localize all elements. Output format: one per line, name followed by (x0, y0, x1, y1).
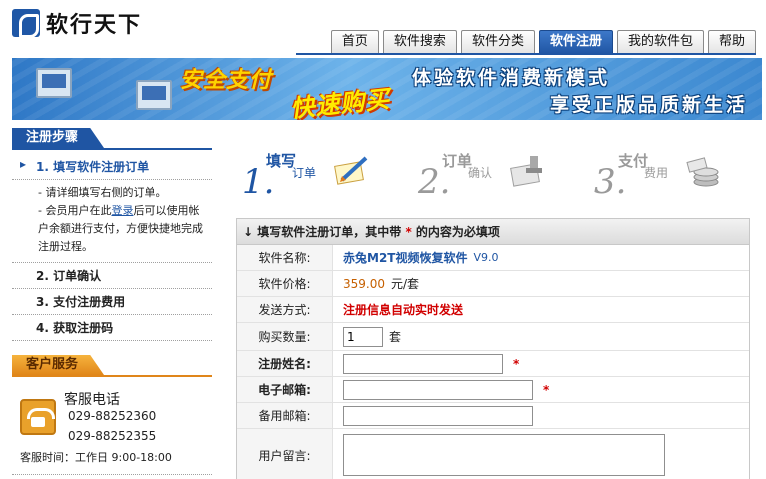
order-form: ↓ 填写软件注册订单，其中带 * 的内容为必填项 软件名称: 赤兔M2T视频恢复… (236, 218, 750, 479)
row-price: 软件价格: 359.00 元/套 (237, 271, 749, 297)
service-hours: 客服时间：工作日 9:00-18:00 (20, 451, 172, 464)
login-link[interactable]: 登录 (111, 204, 133, 217)
flow-step-confirm-order: 2. 订单 确认 (412, 140, 572, 204)
step-item-pay-fee[interactable]: 3. 支付注册费用 (12, 289, 212, 315)
step-description: - 请详细填写右侧的订单。 - 会员用户在此登录后可以使用帐户余额进行支付，方便… (12, 180, 212, 263)
service-phone-2: 029-88252355 (68, 429, 157, 443)
nav-tab-register[interactable]: 软件注册 (538, 30, 613, 54)
banner-slogan-secure-pay: 安全支付 (180, 68, 273, 93)
nav-underline (296, 53, 756, 55)
computer-icon (36, 68, 72, 98)
row-delivery: 发送方式: 注册信息自动实时发送 (237, 297, 749, 323)
banner-slogan-enjoy: 享受正版品质新生活 (549, 94, 748, 116)
logo-icon (12, 9, 40, 38)
register-steps: 1. 填写软件注册订单 - 请详细填写右侧的订单。 - 会员用户在此登录后可以使… (12, 154, 212, 341)
service-phone-1: 029-88252360 (68, 409, 157, 423)
sidebar: 注册步骤 1. 填写软件注册订单 - 请详细填写右侧的订单。 - 会员用户在此登… (12, 128, 212, 475)
required-star: * (405, 225, 412, 239)
pencil-paper-icon (334, 156, 368, 185)
price-label: 软件价格: (237, 271, 333, 296)
site-logo[interactable]: 软行天下 (12, 8, 142, 38)
nav-tab-my-packages[interactable]: 我的软件包 (616, 30, 704, 54)
step-item-get-code[interactable]: 4. 获取注册码 (12, 315, 212, 341)
required-star: * (543, 382, 550, 397)
nav-tab-help[interactable]: 帮助 (707, 30, 756, 54)
software-version: V9.0 (473, 251, 499, 264)
message-textarea[interactable] (343, 434, 665, 476)
step-item-fill-order[interactable]: 1. 填写软件注册订单 (12, 154, 212, 180)
coins-icon (686, 157, 719, 187)
banner-slogan-fast-buy: 快速购买 (289, 84, 392, 120)
service-body: 客服电话 029-88252360 029-88252355 客服时间：工作日 … (12, 377, 212, 475)
computer-icon (136, 80, 172, 110)
form-header-text: 填写软件注册订单，其中带 (257, 225, 402, 239)
email-input[interactable] (343, 379, 533, 400)
delivery-value: 注册信息自动实时发送 (343, 303, 464, 317)
stamp-icon (510, 156, 542, 187)
service-phone-label: 客服电话 (64, 392, 120, 408)
step-desc-text: - 会员用户在此 (38, 204, 112, 217)
software-name-value: 赤兔M2T视频恢复软件 (343, 251, 468, 265)
backup-email-label: 备用邮箱: (237, 403, 333, 428)
nav-tab-search[interactable]: 软件搜索 (382, 30, 457, 54)
banner-slogan-experience: 体验软件消费新模式 (412, 67, 611, 89)
backup-email-input[interactable] (343, 405, 533, 426)
form-header: ↓ 填写软件注册订单，其中带 * 的内容为必填项 (237, 219, 749, 245)
flow-step-fill-order: 1. 填写 订单 (236, 140, 396, 204)
form-header-text: 的内容为必填项 (415, 225, 500, 239)
required-star: * (513, 356, 520, 371)
steps-section-header: 注册步骤 (12, 128, 212, 150)
reg-name-input[interactable] (343, 353, 503, 374)
row-backup-email: 备用邮箱: (237, 403, 749, 429)
service-section-header: 客户服务 (12, 355, 212, 377)
message-label: 用户留言: (237, 429, 333, 479)
quantity-input[interactable] (343, 326, 383, 347)
price-unit: 元/套 (391, 277, 420, 291)
software-name-label: 软件名称: (237, 245, 333, 270)
flow-step-subtitle: 费用 (644, 166, 669, 180)
service-section-title: 客户服务 (12, 355, 105, 375)
telephone-icon (20, 399, 56, 435)
row-reg-name: 注册姓名: * (237, 351, 749, 377)
logo-text: 软行天下 (46, 13, 143, 38)
quantity-unit: 套 (389, 330, 402, 344)
reg-name-label: 注册姓名: (237, 351, 333, 376)
email-label: 电子邮箱: (237, 377, 333, 402)
row-email: 电子邮箱: * (237, 377, 749, 403)
step-desc-line: - 请详细填写右侧的订单。 (38, 186, 167, 199)
order-flow: 1. 填写 订单 2. 订单 确认 3. 支付 费用 (236, 140, 750, 204)
row-software-name: 软件名称: 赤兔M2T视频恢复软件 V9.0 (237, 245, 749, 271)
main-nav: 首页 软件搜索 软件分类 软件注册 我的软件包 帮助 (330, 30, 756, 54)
customer-service: 客户服务 客服电话 029-88252360 029-88252355 客服时间… (12, 355, 212, 475)
flow-step-subtitle: 订单 (292, 166, 317, 180)
delivery-label: 发送方式: (237, 297, 333, 322)
flow-step-pay-fee: 3. 支付 费用 (588, 140, 748, 204)
row-quantity: 购买数量: 套 (237, 323, 749, 351)
steps-section-title: 注册步骤 (12, 128, 105, 148)
step-desc-line: - 会员用户在此登录后可以使用帐户余额进行支付，方便快捷地完成注册过程。 (38, 202, 208, 256)
promo-banner: 安全支付 快速购买 体验软件消费新模式 享受正版品质新生活 (12, 58, 762, 120)
quantity-label: 购买数量: (237, 323, 333, 350)
price-value: 359.00 (343, 276, 385, 291)
flow-step-subtitle: 确认 (468, 166, 493, 180)
arrow-down-icon: ↓ (243, 225, 254, 239)
step-item-confirm-order[interactable]: 2. 订单确认 (12, 263, 212, 289)
row-message: 用户留言: (237, 429, 749, 479)
nav-tab-home[interactable]: 首页 (330, 30, 379, 54)
nav-tab-category[interactable]: 软件分类 (460, 30, 535, 54)
